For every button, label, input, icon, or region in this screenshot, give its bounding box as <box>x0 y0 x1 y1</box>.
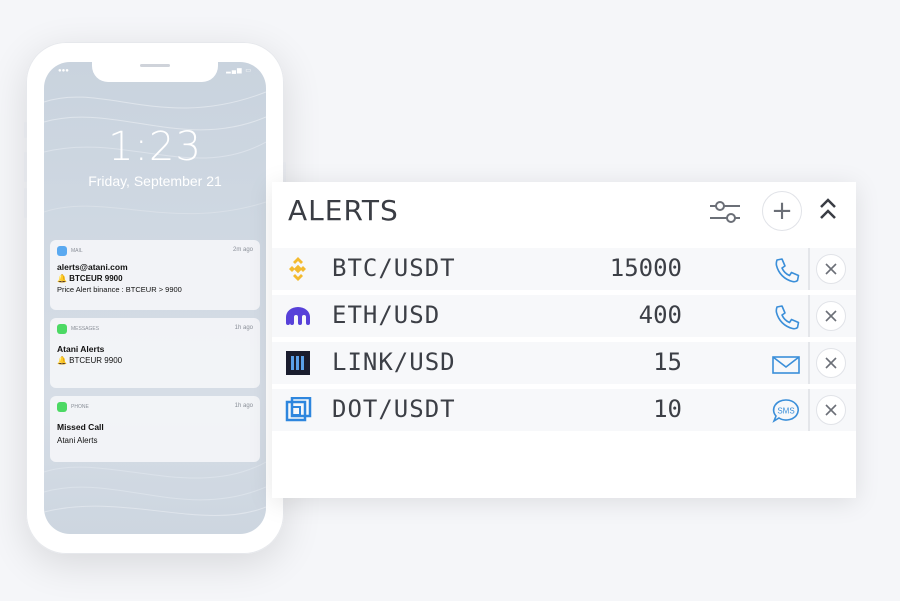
mail-app-icon <box>57 246 67 256</box>
delete-alert-button[interactable] <box>816 395 846 425</box>
kraken-logo-icon <box>286 307 310 325</box>
notification-app-name: PHONE <box>71 404 89 410</box>
alert-row[interactable]: ETH/USD 400 <box>272 295 856 337</box>
alert-row[interactable]: BTC/USDT 15000 <box>272 248 856 290</box>
lock-screen: ●●● ▂▄▆ ▭ 1:23 Friday, September 21 MAIL… <box>44 62 266 534</box>
close-icon <box>825 310 837 322</box>
notification-app-name: MESSAGES <box>71 326 100 332</box>
svg-text:SMS: SMS <box>777 407 794 416</box>
channel-sms-button[interactable]: SMS <box>770 397 802 425</box>
chevron-up-icon <box>820 198 836 219</box>
notification-app: MESSAGES <box>57 324 253 334</box>
notification-app: MAIL <box>57 246 253 256</box>
status-carrier-icon: ●●● <box>58 68 69 74</box>
alert-pair: ETH/USD <box>332 301 441 329</box>
notification-time: 1h ago <box>234 403 253 409</box>
alerts-list: BTC/USDT 15000 ETH/USD 400 LINK/USD 15 D… <box>272 248 856 436</box>
mail-icon <box>772 356 800 374</box>
row-divider <box>808 295 810 337</box>
notification-messages[interactable]: MESSAGES 1h ago Atani Alerts 🔔 BTCEUR 99… <box>50 318 260 388</box>
channel-phone-button[interactable] <box>770 303 802 331</box>
lock-date: Friday, September 21 <box>88 173 222 189</box>
phone-app-icon <box>57 402 67 412</box>
speaker-grille <box>140 64 170 67</box>
notification-title: Missed Call <box>57 422 104 432</box>
filter-button[interactable] <box>708 197 742 227</box>
phone-icon <box>775 305 800 330</box>
delete-alert-button[interactable] <box>816 301 846 331</box>
notification-time: 1h ago <box>234 325 253 331</box>
sms-icon: SMS <box>772 399 799 423</box>
status-battery-icon: ▂▄▆ ▭ <box>226 68 252 74</box>
channel-mail-button[interactable] <box>770 350 802 378</box>
close-icon <box>825 357 837 369</box>
lock-time: 1:23 <box>108 124 202 170</box>
messages-app-icon <box>57 324 67 334</box>
row-divider <box>808 342 810 384</box>
alert-pair: BTC/USDT <box>332 254 456 282</box>
alert-value: 10 <box>653 395 682 423</box>
close-icon <box>825 404 837 416</box>
phone-volume-down <box>24 188 27 218</box>
notification-phone[interactable]: PHONE 1h ago Missed Call Atani Alerts <box>50 396 260 462</box>
notification-body: 🔔 BTCEUR 9900 <box>57 356 123 365</box>
notification-subtitle: 🔔 BTCEUR 9900 <box>57 274 123 283</box>
notification-body: Price Alert binance : BTCEUR > 9900 <box>57 285 182 294</box>
alert-value: 15000 <box>609 254 682 282</box>
phone-icon <box>775 258 800 283</box>
add-alert-button[interactable]: + <box>762 191 802 231</box>
alert-pair: DOT/USDT <box>332 395 456 423</box>
delete-alert-button[interactable] <box>816 254 846 284</box>
collapse-button[interactable] <box>816 196 840 224</box>
notification-title: alerts@atani.com <box>57 262 128 272</box>
phone-volume-up <box>24 152 27 182</box>
alerts-panel: ALERTS + BTC/USDT 15000 ETH/USD 400 LINK… <box>272 182 856 498</box>
row-divider <box>808 248 810 290</box>
close-icon <box>825 263 837 275</box>
sliders-icon <box>710 201 740 223</box>
delete-alert-button[interactable] <box>816 348 846 378</box>
exchange-logo-icon <box>285 397 312 422</box>
alert-pair: LINK/USD <box>332 348 456 376</box>
channel-phone-button[interactable] <box>770 256 802 284</box>
alert-row[interactable]: DOT/USDT 10 SMS <box>272 389 856 431</box>
notification-app-name: MAIL <box>71 248 83 254</box>
alert-value: 400 <box>638 301 682 329</box>
notification-app: PHONE <box>57 402 253 412</box>
notification-title: Atani Alerts <box>57 344 105 354</box>
notification-time: 2m ago <box>232 247 253 253</box>
phone-mute-switch <box>24 122 27 138</box>
notification-mail[interactable]: MAIL 2m ago alerts@atani.com 🔔 BTCEUR 99… <box>50 240 260 310</box>
panel-title: ALERTS <box>288 194 399 227</box>
notification-body: Atani Alerts <box>57 436 98 445</box>
phone-notch <box>92 62 218 82</box>
plus-icon: + <box>771 196 793 226</box>
alert-value: 15 <box>653 348 682 376</box>
binance-logo-icon <box>289 257 306 281</box>
exchange-logo-icon <box>286 351 310 375</box>
phone-mockup: ●●● ▂▄▆ ▭ 1:23 Friday, September 21 MAIL… <box>24 42 286 554</box>
row-divider <box>808 389 810 431</box>
alert-row[interactable]: LINK/USD 15 <box>272 342 856 384</box>
